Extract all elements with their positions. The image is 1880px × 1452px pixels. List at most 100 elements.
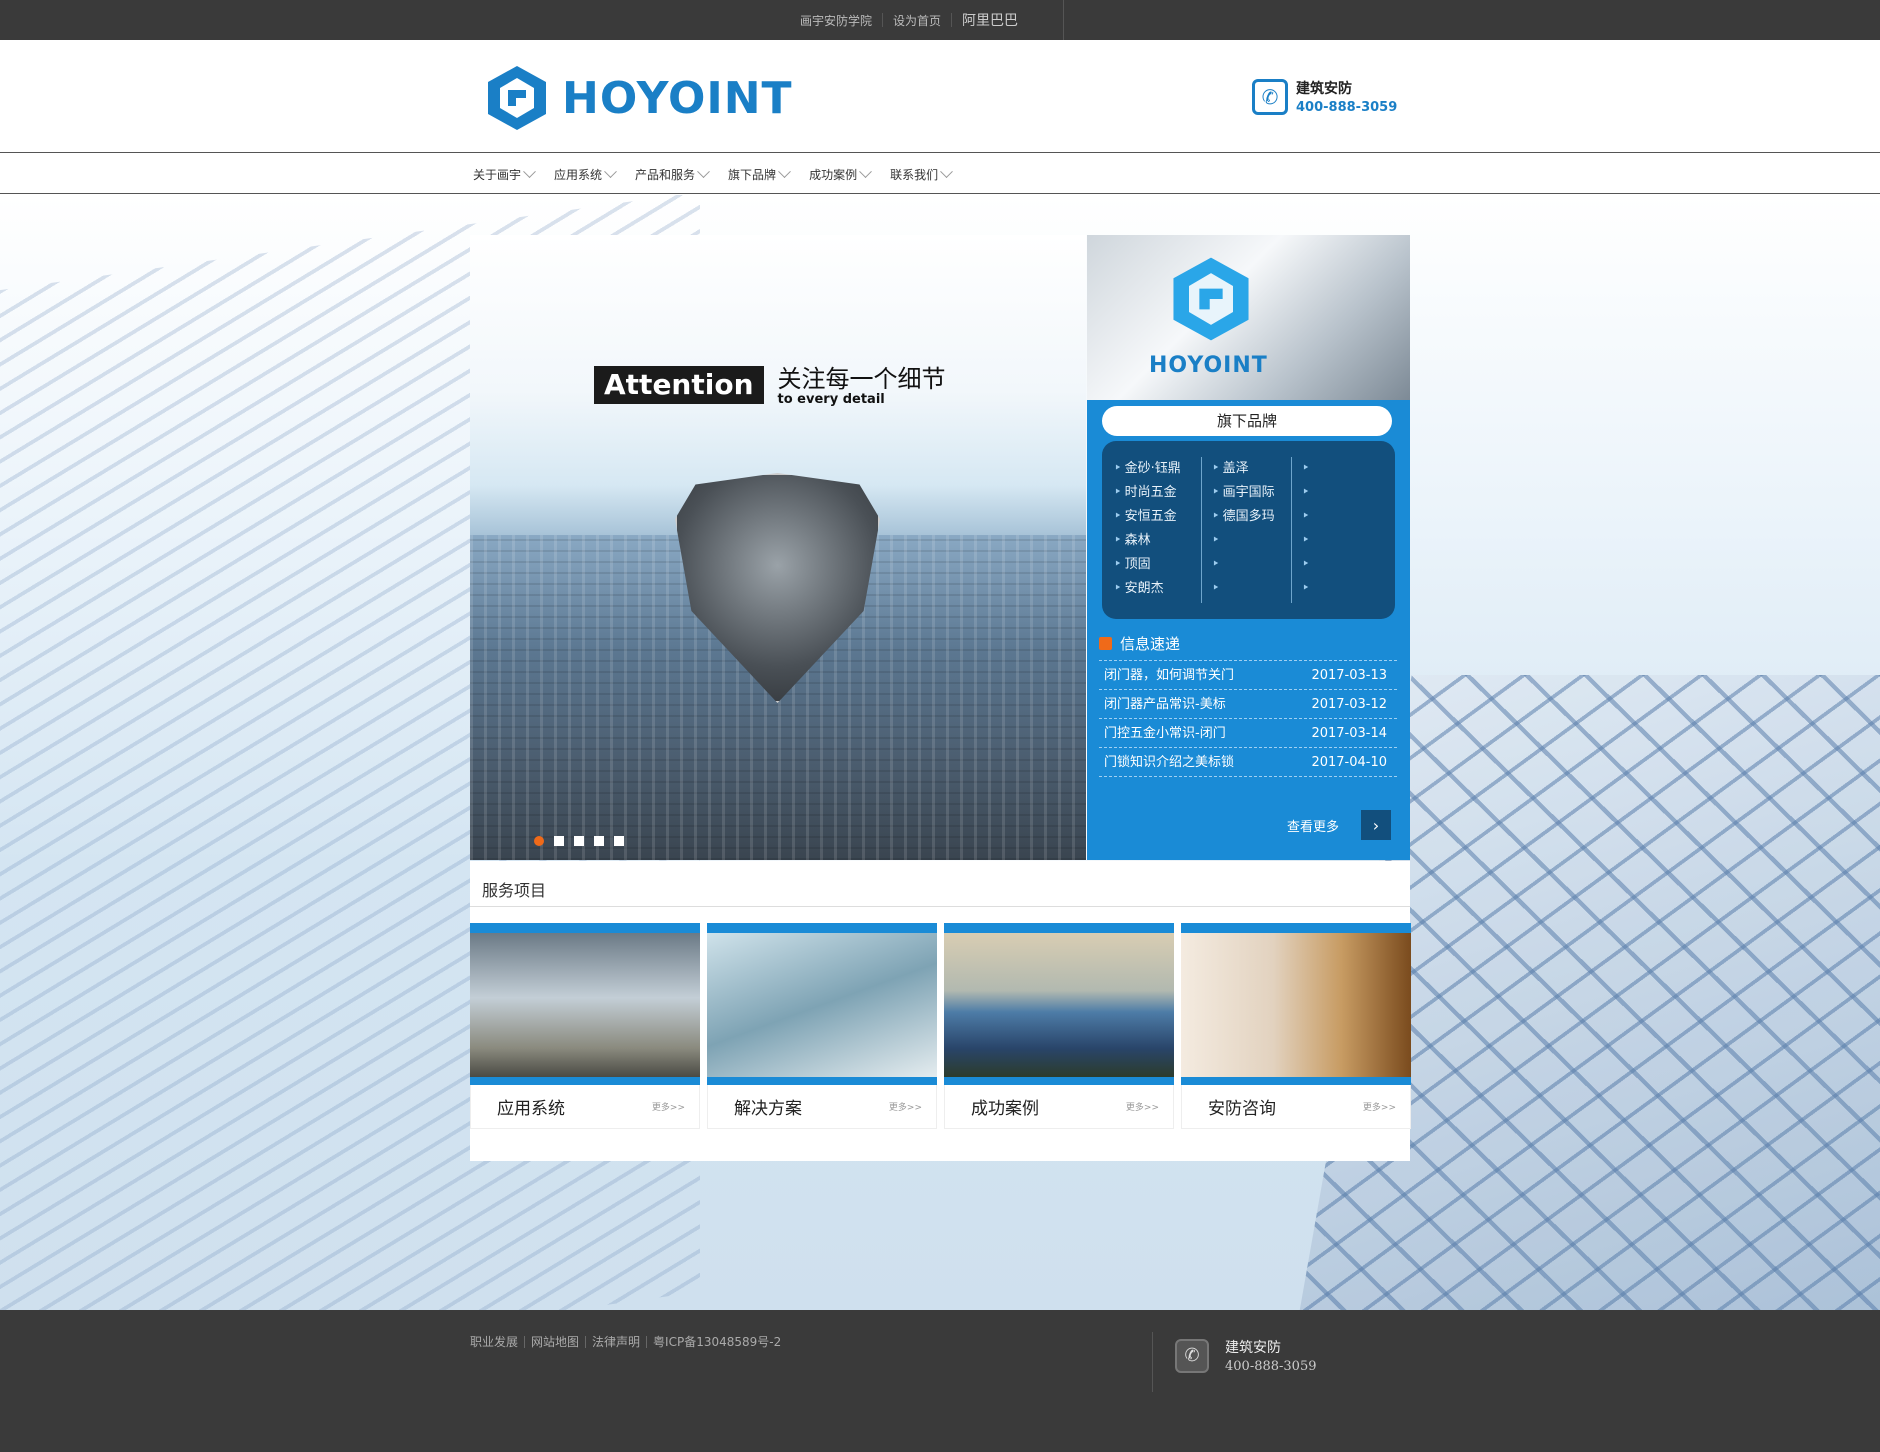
footer-link-legal[interactable]: 法律声明: [586, 1333, 646, 1350]
top-link-set-homepage[interactable]: 设为首页: [883, 12, 951, 29]
nav-label: 成功案例: [809, 167, 858, 182]
hoyoint-logo-icon: [1173, 257, 1249, 341]
brand-link[interactable]: [1302, 481, 1382, 505]
brand-column: 盖泽 画宇国际 德国多玛: [1202, 457, 1292, 603]
news-panel: 信息速递 闭门器，如何调节关门 2017-03-13 闭门器产品常识-美标 20…: [1099, 633, 1397, 777]
more-label: 查看更多: [1286, 819, 1339, 835]
chevron-down-icon: [604, 164, 617, 178]
service-card-title: 成功案例: [971, 1099, 1039, 1119]
header: HOYOINT ✆ 建筑安防 400-888-3059: [0, 40, 1880, 153]
service-card-systems[interactable]: 应用系统 更多>>: [470, 923, 700, 1129]
glass-office-image: [707, 923, 937, 1085]
nav-item-contact[interactable]: 联系我们: [890, 164, 953, 183]
brand-link[interactable]: [1212, 577, 1291, 601]
chevron-right-icon: ›: [1361, 810, 1391, 840]
site-logo[interactable]: HOYOINT: [486, 64, 793, 132]
chevron-down-icon: [859, 164, 872, 178]
top-link-academy[interactable]: 画宇安防学院: [790, 12, 882, 29]
brand-link[interactable]: [1212, 553, 1291, 577]
support-agent-image: [1181, 923, 1411, 1085]
nav-label: 关于画宇: [473, 167, 522, 182]
header-hotline: ✆ 建筑安防 400-888-3059: [1252, 78, 1397, 115]
slider-dot[interactable]: [534, 836, 544, 846]
main-nav: 关于画宇 应用系统 产品和服务 旗下品牌 成功案例 联系我们: [0, 154, 1880, 194]
brand-link[interactable]: [1302, 529, 1382, 553]
slogan-en: to every detail: [777, 392, 885, 407]
footer-contact-number: 400-888-3059: [1225, 1359, 1317, 1374]
brand-link[interactable]: [1212, 529, 1291, 553]
service-card-consulting[interactable]: 安防咨询 更多>>: [1181, 923, 1411, 1129]
brand-link[interactable]: 金砂·钰鼎: [1114, 457, 1201, 481]
nav-item-systems[interactable]: 应用系统: [554, 164, 617, 183]
service-cards: 应用系统 更多>> 解决方案 更多>> 成功案例 更多>> 安防咨询 更多>>: [470, 923, 1411, 1129]
footer-link-sitemap[interactable]: 网站地图: [525, 1333, 585, 1350]
service-more-link[interactable]: 更多>>: [1126, 1100, 1159, 1113]
brand-link[interactable]: 安朗杰: [1114, 577, 1201, 601]
nav-item-cases[interactable]: 成功案例: [809, 164, 872, 183]
skyscraper-image: [944, 923, 1174, 1085]
news-item-date: 2017-03-13: [1311, 668, 1387, 683]
news-item-date: 2017-04-10: [1311, 755, 1387, 770]
hero-banner[interactable]: Attention 关注每一个细节 to every detail: [470, 235, 1086, 860]
news-more-button[interactable]: 查看更多 ›: [1287, 810, 1391, 840]
brand-link[interactable]: 安恒五金: [1114, 505, 1201, 529]
news-item[interactable]: 闭门器产品常识-美标 2017-03-12: [1099, 690, 1397, 719]
news-item-date: 2017-03-12: [1311, 697, 1387, 712]
brands-title: 旗下品牌: [1102, 406, 1392, 436]
brand-link[interactable]: 画宇国际: [1212, 481, 1291, 505]
brand-link[interactable]: [1302, 577, 1382, 601]
brand-link[interactable]: 盖泽: [1212, 457, 1291, 481]
nav-item-about[interactable]: 关于画宇: [473, 164, 536, 183]
nav-item-products[interactable]: 产品和服务: [635, 164, 710, 183]
top-link-alibaba[interactable]: 阿里巴巴: [952, 10, 1028, 30]
nav-label: 旗下品牌: [728, 167, 777, 182]
news-item-title: 闭门器产品常识-美标: [1104, 697, 1226, 712]
news-item-title: 闭门器，如何调节关门: [1104, 668, 1235, 683]
footer-link-careers[interactable]: 职业发展: [470, 1333, 524, 1350]
news-item-title: 门控五金小常识-闭门: [1104, 726, 1226, 741]
footer-contact: ✆ 建筑安防 400-888-3059: [1175, 1337, 1317, 1374]
slider-dot[interactable]: [574, 836, 584, 846]
service-more-link[interactable]: 更多>>: [889, 1100, 922, 1113]
slider-dot[interactable]: [594, 836, 604, 846]
hoyoint-logo-icon: [488, 66, 546, 130]
brand-link[interactable]: 时尚五金: [1114, 481, 1201, 505]
service-card-solutions[interactable]: 解决方案 更多>>: [707, 923, 937, 1129]
chevron-down-icon: [778, 164, 791, 178]
news-item-date: 2017-03-14: [1311, 726, 1387, 741]
nav-item-brands[interactable]: 旗下品牌: [728, 164, 791, 183]
footer-contact-title: 建筑安防: [1225, 1340, 1281, 1356]
rss-icon: [1099, 637, 1112, 650]
news-item[interactable]: 闭门器，如何调节关门 2017-03-13: [1099, 661, 1397, 690]
brand-link[interactable]: 森林: [1114, 529, 1201, 553]
nav-label: 联系我们: [890, 167, 939, 182]
news-item[interactable]: 门控五金小常识-闭门 2017-03-14: [1099, 719, 1397, 748]
service-more-link[interactable]: 更多>>: [652, 1100, 685, 1113]
divider: [1063, 0, 1064, 40]
service-card-title: 应用系统: [497, 1099, 565, 1119]
brand-link[interactable]: [1302, 505, 1382, 529]
brand-link[interactable]: 德国多玛: [1212, 505, 1291, 529]
service-card-cases[interactable]: 成功案例 更多>>: [944, 923, 1174, 1129]
service-card-title: 解决方案: [734, 1099, 802, 1119]
brand-link[interactable]: [1302, 457, 1382, 481]
brand-link[interactable]: [1302, 553, 1382, 577]
news-item[interactable]: 门锁知识介绍之美标锁 2017-04-10: [1099, 748, 1397, 777]
slider-dot[interactable]: [614, 836, 624, 846]
services-title: 服务项目: [470, 861, 1410, 907]
hotline-title: 建筑安防: [1296, 81, 1352, 97]
brand-list: 金砂·钰鼎 时尚五金 安恒五金 森林 顶固 安朗杰 盖泽 画宇国际 德国多玛: [1102, 441, 1395, 619]
services-section: 服务项目 应用系统 更多>> 解决方案 更多>> 成功案例 更多>> 安防咨询 …: [470, 861, 1411, 1161]
slider-dot[interactable]: [554, 836, 564, 846]
footer-icp[interactable]: 粤ICP备13048589号-2: [647, 1333, 787, 1350]
brand-link[interactable]: 顶固: [1114, 553, 1201, 577]
chevron-down-icon: [523, 164, 536, 178]
divider: [1152, 1332, 1153, 1392]
brand-column: 金砂·钰鼎 时尚五金 安恒五金 森林 顶固 安朗杰: [1112, 457, 1202, 603]
footer-links: 职业发展 网站地图 法律声明 粤ICP备13048589号-2: [470, 1333, 787, 1350]
service-card-title: 安防咨询: [1208, 1099, 1276, 1119]
service-more-link[interactable]: 更多>>: [1363, 1100, 1396, 1113]
top-bar: 画宇安防学院 设为首页 阿里巴巴: [0, 0, 1880, 40]
nav-label: 应用系统: [554, 167, 603, 182]
phone-icon: ✆: [1252, 78, 1288, 115]
